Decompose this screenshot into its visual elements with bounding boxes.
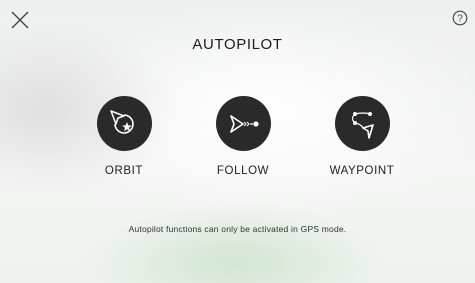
waypoint-label: WAYPOINT: [329, 165, 395, 177]
follow-mode-button[interactable]: FOLLOW: [193, 96, 293, 177]
orbit-icon: [110, 109, 134, 134]
waypoint-icon: [351, 111, 374, 139]
help-button[interactable]: ?: [452, 10, 468, 26]
follow-label: FOLLOW: [216, 165, 270, 177]
waypoint-icon-circle: [334, 96, 390, 151]
follow-icon: [230, 114, 259, 133]
page-title: AUTOPILOT: [192, 36, 283, 53]
close-icon: [11, 11, 29, 29]
help-icon: ?: [452, 10, 468, 26]
gps-notice: Autopilot functions can only be activate…: [128, 224, 347, 234]
help-glyph: ?: [457, 14, 463, 25]
close-button[interactable]: [9, 9, 31, 31]
waypoint-mode-button[interactable]: WAYPOINT: [312, 96, 412, 177]
orbit-icon-circle: [96, 96, 152, 151]
follow-icon-circle: [215, 96, 271, 151]
orbit-label: ORBIT: [104, 165, 144, 177]
orbit-mode-button[interactable]: ORBIT: [74, 96, 174, 177]
